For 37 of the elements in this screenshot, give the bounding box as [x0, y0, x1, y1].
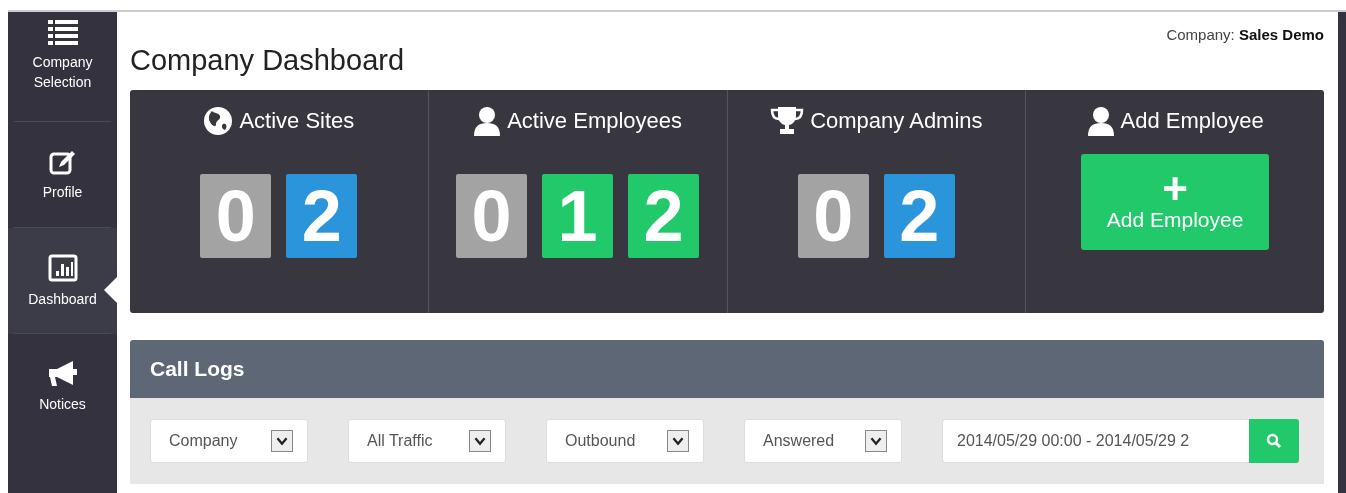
user-icon — [473, 106, 502, 136]
stat-title: Active Employees — [507, 108, 683, 134]
stat-title: Add Employee — [1120, 108, 1264, 134]
caret-icon — [865, 430, 887, 452]
call-logs-header: Call Logs — [130, 340, 1324, 398]
search-button[interactable] — [1249, 419, 1299, 463]
stat-title: Company Admins — [810, 108, 983, 134]
counter-digit: 2 — [883, 174, 955, 258]
trophy-icon — [770, 106, 805, 136]
globe-icon — [203, 106, 234, 136]
list-icon — [47, 20, 78, 46]
sidebar-item[interactable]: Company Selection — [8, 12, 117, 122]
page-title: Company Dashboard — [130, 44, 405, 77]
sidebar-item[interactable]: Dashboard — [8, 228, 117, 334]
stat-title: Active Sites — [239, 108, 355, 134]
company-label: Company: Sales Demo — [1166, 26, 1324, 43]
caret-icon — [469, 430, 491, 452]
filter-dropdown[interactable]: Outbound — [546, 419, 704, 463]
date-range-field[interactable]: 2014/05/29 00:00 - 2014/05/29 2 — [942, 419, 1249, 463]
counter-digit: 2 — [628, 174, 700, 258]
megaphone-icon — [46, 359, 79, 388]
counter-digit: 0 — [456, 174, 528, 258]
counter-digit: 1 — [542, 174, 614, 258]
filter-dropdown[interactable]: All Traffic — [348, 419, 506, 463]
counter-digit: 0 — [797, 174, 869, 258]
sidebar-item[interactable]: Profile — [8, 122, 117, 228]
counter-digit: 0 — [200, 174, 272, 258]
bar-chart-icon — [47, 252, 78, 283]
caret-icon — [271, 430, 293, 452]
user-icon — [1086, 106, 1115, 136]
pointer-icon — [104, 277, 117, 303]
search-icon — [1266, 433, 1282, 449]
filter-dropdown[interactable]: Answered — [744, 419, 902, 463]
filter-dropdown[interactable]: Company — [150, 419, 308, 463]
counter-digit: 2 — [286, 174, 358, 258]
sidebar-item[interactable]: Notices — [8, 334, 117, 440]
caret-icon — [667, 430, 689, 452]
